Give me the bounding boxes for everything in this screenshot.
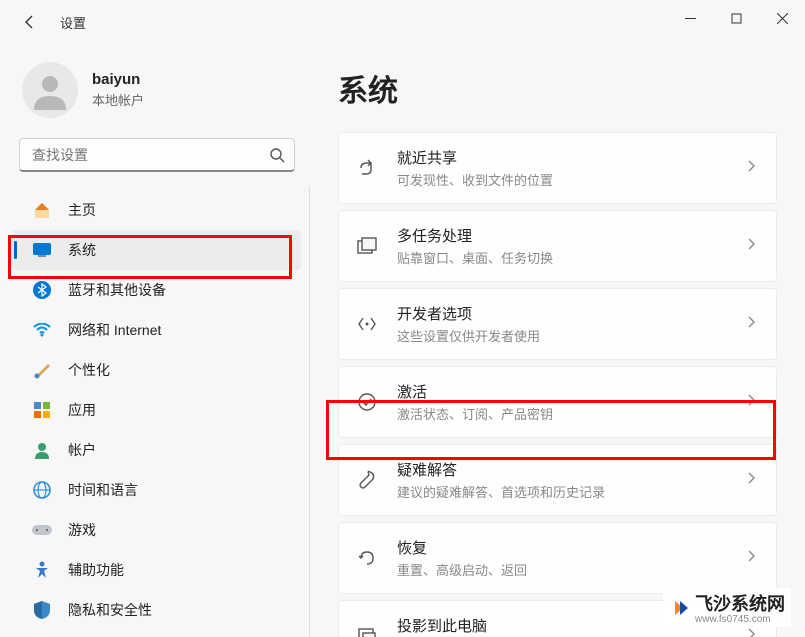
app-title: 设置	[60, 13, 86, 32]
bluetooth-icon	[32, 280, 52, 300]
sidebar-item-label: 隐私和安全性	[68, 600, 152, 620]
card-multitasking[interactable]: 多任务处理 贴靠窗口、桌面、任务切换	[338, 210, 777, 282]
card-activation[interactable]: 激活 激活状态、订阅、产品密钥	[338, 366, 777, 438]
watermark-logo-icon	[669, 597, 691, 619]
project-icon	[355, 624, 379, 637]
card-desc: 重置、高级启动、返回	[397, 560, 746, 579]
card-desc: 激活状态、订阅、产品密钥	[397, 404, 746, 423]
watermark: 飞沙系统网 www.fs0745.com	[663, 588, 791, 627]
minimize-button[interactable]	[667, 2, 713, 34]
card-title: 多任务处理	[397, 225, 746, 246]
share-icon	[355, 156, 379, 180]
sidebar-item-label: 个性化	[68, 360, 110, 380]
account-icon	[32, 440, 52, 460]
sidebar-item-accessibility[interactable]: 辅助功能	[4, 550, 309, 590]
accessibility-icon	[32, 560, 52, 580]
multitask-icon	[355, 234, 379, 258]
chevron-right-icon	[746, 549, 756, 567]
sidebar-item-label: 网络和 Internet	[68, 320, 161, 340]
close-button[interactable]	[759, 2, 805, 34]
recovery-icon	[355, 546, 379, 570]
home-icon	[32, 200, 52, 220]
sidebar-item-accounts[interactable]: 帐户	[4, 430, 309, 470]
chevron-right-icon	[746, 627, 756, 637]
shield-icon	[32, 600, 52, 620]
sidebar-item-bluetooth[interactable]: 蓝牙和其他设备	[4, 270, 309, 310]
sidebar-item-personalization[interactable]: 个性化	[4, 350, 309, 390]
system-icon	[32, 240, 52, 260]
sidebar-item-label: 应用	[68, 400, 96, 420]
sidebar-item-gaming[interactable]: 游戏	[4, 510, 309, 550]
card-title: 激活	[397, 381, 746, 402]
search-icon	[269, 147, 285, 163]
user-account-type: 本地帐户	[92, 90, 144, 109]
card-title: 疑难解答	[397, 459, 746, 480]
sidebar-item-label: 系统	[68, 240, 96, 260]
main-content: 系统 就近共享 可发现性、收到文件的位置 多任务处理 贴靠窗口、桌面、任务切换 …	[310, 44, 805, 637]
back-button[interactable]	[20, 12, 40, 32]
titlebar: 设置	[0, 0, 805, 44]
card-troubleshoot[interactable]: 疑难解答 建议的疑难解答、首选项和历史记录	[338, 444, 777, 516]
check-circle-icon	[355, 390, 379, 414]
sidebar-item-label: 帐户	[68, 440, 96, 460]
dev-icon	[355, 312, 379, 336]
card-desc: 这些设置仅供开发者使用	[397, 326, 746, 345]
sidebar-item-network[interactable]: 网络和 Internet	[4, 310, 309, 350]
chevron-right-icon	[746, 393, 756, 411]
page-title: 系统	[338, 66, 777, 110]
maximize-button[interactable]	[713, 2, 759, 34]
user-name: baiyun	[92, 71, 144, 88]
chevron-right-icon	[746, 237, 756, 255]
card-title: 就近共享	[397, 147, 746, 168]
brush-icon	[32, 360, 52, 380]
chevron-right-icon	[746, 159, 756, 177]
sidebar-item-label: 蓝牙和其他设备	[68, 280, 166, 300]
sidebar-item-label: 主页	[68, 200, 96, 220]
apps-icon	[32, 400, 52, 420]
chevron-right-icon	[746, 471, 756, 489]
sidebar-item-label: 游戏	[68, 520, 96, 540]
user-block[interactable]: baiyun 本地帐户	[4, 44, 310, 138]
globe-icon	[32, 480, 52, 500]
card-nearby-sharing[interactable]: 就近共享 可发现性、收到文件的位置	[338, 132, 777, 204]
chevron-right-icon	[746, 315, 756, 333]
card-title: 开发者选项	[397, 303, 746, 324]
window-controls	[667, 2, 805, 34]
wrench-icon	[355, 468, 379, 492]
search-box	[19, 138, 295, 172]
wifi-icon	[32, 320, 52, 340]
card-title: 恢复	[397, 537, 746, 558]
sidebar: baiyun 本地帐户 主页 系统 蓝牙和其他设备	[0, 44, 310, 637]
sidebar-item-label: 时间和语言	[68, 480, 138, 500]
card-recovery[interactable]: 恢复 重置、高级启动、返回	[338, 522, 777, 594]
card-desc: 可发现性、收到文件的位置	[397, 170, 746, 189]
sidebar-item-apps[interactable]: 应用	[4, 390, 309, 430]
nav-list: 主页 系统 蓝牙和其他设备 网络和 Internet 个性化 应用	[4, 186, 310, 637]
sidebar-item-system[interactable]: 系统	[12, 230, 301, 270]
watermark-brand: 飞沙系统网	[695, 590, 785, 616]
gaming-icon	[32, 520, 52, 540]
sidebar-item-privacy[interactable]: 隐私和安全性	[4, 590, 309, 630]
sidebar-item-home[interactable]: 主页	[4, 190, 309, 230]
search-input[interactable]	[19, 138, 295, 172]
card-desc: 建议的疑难解答、首选项和历史记录	[397, 482, 746, 501]
card-developer[interactable]: 开发者选项 这些设置仅供开发者使用	[338, 288, 777, 360]
card-desc: 贴靠窗口、桌面、任务切换	[397, 248, 746, 267]
sidebar-item-time-language[interactable]: 时间和语言	[4, 470, 309, 510]
avatar	[22, 62, 78, 118]
sidebar-item-label: 辅助功能	[68, 560, 124, 580]
